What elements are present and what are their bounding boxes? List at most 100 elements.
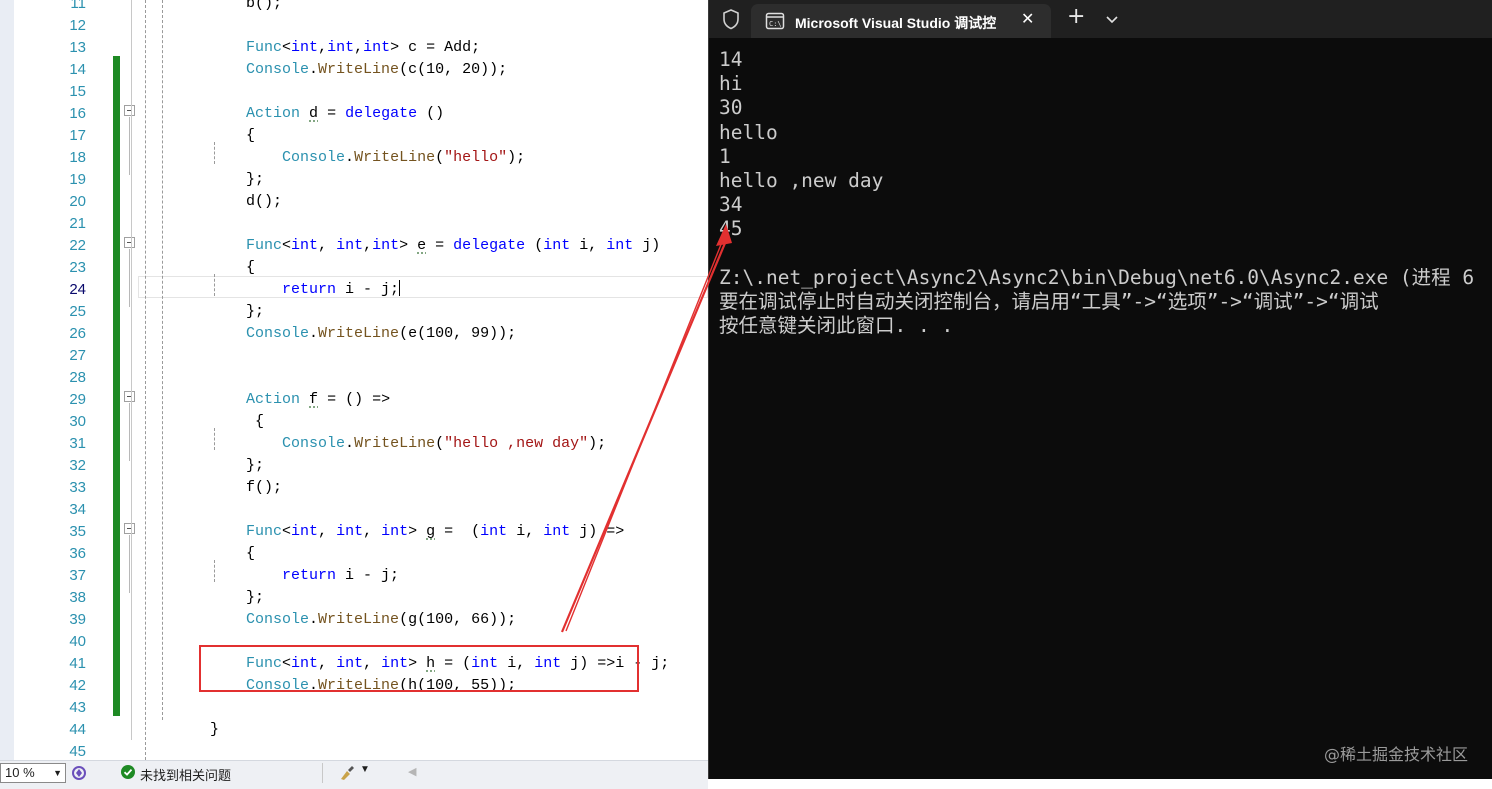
code-token: Console: [246, 611, 310, 628]
code-line[interactable]: 11 b();: [0, 0, 708, 15]
code-line[interactable]: 15: [0, 81, 708, 103]
code-line[interactable]: 33 f();: [0, 477, 708, 499]
code-token: int: [606, 237, 634, 254]
line-number: 30: [69, 413, 86, 430]
code-line[interactable]: 30 {: [0, 411, 708, 433]
text-caret: [399, 280, 401, 296]
code-line[interactable]: 31 Console.WriteLine("hello ,new day");: [0, 433, 708, 455]
watermark-text: @稀土掘金技术社区: [1323, 745, 1468, 764]
zoom-dropdown[interactable]: 10 % ▼: [0, 763, 66, 783]
close-icon[interactable]: ✕: [1021, 9, 1034, 28]
line-number: 23: [69, 259, 86, 276]
line-number: 35: [69, 523, 86, 540]
code-cleanup-brush-icon[interactable]: [338, 764, 356, 785]
code-token: int: [381, 523, 409, 540]
code-line[interactable]: 44 }: [0, 719, 708, 741]
code-token: };: [174, 171, 265, 188]
chevron-down-icon[interactable]: ▼: [360, 764, 370, 775]
code-text: d();: [174, 191, 282, 213]
code-token: };: [174, 457, 265, 474]
code-token: (: [435, 149, 445, 166]
code-line[interactable]: 37 return i - j;: [0, 565, 708, 587]
code-line[interactable]: 26 Console.WriteLine(e(100, 99));: [0, 323, 708, 345]
new-tab-plus-icon[interactable]: +: [1067, 4, 1085, 29]
code-token: >: [399, 237, 418, 254]
code-text: };: [174, 587, 264, 609]
code-token: WriteLine: [354, 435, 436, 452]
line-number: 37: [69, 567, 86, 584]
code-line[interactable]: 12: [0, 15, 708, 37]
code-token: ,: [354, 39, 364, 56]
code-line[interactable]: 22 Func<int, int,int> e = delegate (int …: [0, 235, 708, 257]
code-line[interactable]: 14 Console.WriteLine(c(10, 20));: [0, 59, 708, 81]
code-token: =: [318, 105, 346, 122]
code-token: ,: [363, 523, 382, 540]
code-line[interactable]: 45: [0, 741, 708, 760]
code-line[interactable]: 38 };: [0, 587, 708, 609]
code-line[interactable]: 21: [0, 213, 708, 235]
code-line[interactable]: 32 };: [0, 455, 708, 477]
code-token: {: [174, 413, 265, 430]
line-number: 44: [69, 721, 86, 738]
line-number: 41: [69, 655, 86, 672]
console-output-line: 34: [719, 193, 743, 217]
shield-icon: [721, 8, 741, 34]
code-line[interactable]: 39 Console.WriteLine(g(100, 66));: [0, 609, 708, 631]
code-line[interactable]: 16 Action d = delegate (): [0, 103, 708, 125]
code-line[interactable]: 29 Action f = () =>: [0, 389, 708, 411]
code-token: j) =>: [570, 523, 625, 540]
intellicode-icon[interactable]: [70, 764, 88, 785]
code-line[interactable]: 24 return i - j;: [0, 279, 708, 301]
code-line[interactable]: 36 {: [0, 543, 708, 565]
console-output-line: 14: [719, 48, 743, 71]
issues-status-text[interactable]: 未找到相关问题: [140, 765, 231, 784]
code-token: Console: [246, 325, 310, 342]
code-token: );: [588, 435, 607, 452]
chevron-down-icon[interactable]: [1105, 10, 1119, 29]
line-number: 13: [69, 39, 86, 56]
code-token: ,: [318, 237, 337, 254]
code-token: int: [336, 237, 364, 254]
line-number: 11: [70, 0, 86, 12]
code-line[interactable]: 17 {: [0, 125, 708, 147]
code-line[interactable]: 43: [0, 697, 708, 719]
code-line[interactable]: 19 };: [0, 169, 708, 191]
console-output-line: 45: [719, 217, 743, 241]
line-number: 24: [69, 281, 86, 298]
console-output-line: 要在调试停止时自动关闭控制台，请启用“工具”->“选项”->“调试”->“调试: [719, 290, 1379, 314]
code-token: .: [309, 325, 319, 342]
code-token: WriteLine: [318, 611, 400, 628]
code-line[interactable]: 35 Func<int, int, int> g = (int i, int j…: [0, 521, 708, 543]
line-number: 16: [69, 105, 86, 122]
code-token: int: [543, 523, 571, 540]
code-line[interactable]: 27: [0, 345, 708, 367]
code-token: int: [480, 523, 508, 540]
code-token: );: [507, 149, 526, 166]
scroll-left-icon[interactable]: ◀: [408, 765, 416, 778]
code-token: (e(100, 99));: [399, 325, 517, 342]
debug-console-window[interactable]: C:\ Microsoft Visual Studio 调试控 ✕ + 14 hi…: [708, 0, 1492, 779]
terminal-tab[interactable]: C:\ Microsoft Visual Studio 调试控 ✕: [751, 4, 1051, 38]
code-token: int: [291, 39, 319, 56]
code-token: "hello ,new day": [444, 435, 589, 452]
code-editor[interactable]: 11 b(); 12 13 Func<int,int,int> c = Add; 14…: [0, 0, 708, 760]
code-line[interactable]: 13 Func<int,int,int> c = Add;: [0, 37, 708, 59]
code-token: return: [282, 567, 337, 584]
line-number: 18: [69, 149, 86, 166]
code-line[interactable]: 23 {: [0, 257, 708, 279]
code-line[interactable]: 34: [0, 499, 708, 521]
code-token: (c(10, 20));: [399, 61, 508, 78]
code-token: Console: [282, 435, 346, 452]
code-token: "hello": [444, 149, 508, 166]
code-line[interactable]: 18 Console.WriteLine("hello");: [0, 147, 708, 169]
code-line[interactable]: 25 };: [0, 301, 708, 323]
code-line[interactable]: 28: [0, 367, 708, 389]
code-text: Console.WriteLine(c(10, 20));: [174, 59, 507, 81]
code-line[interactable]: 20 d();: [0, 191, 708, 213]
